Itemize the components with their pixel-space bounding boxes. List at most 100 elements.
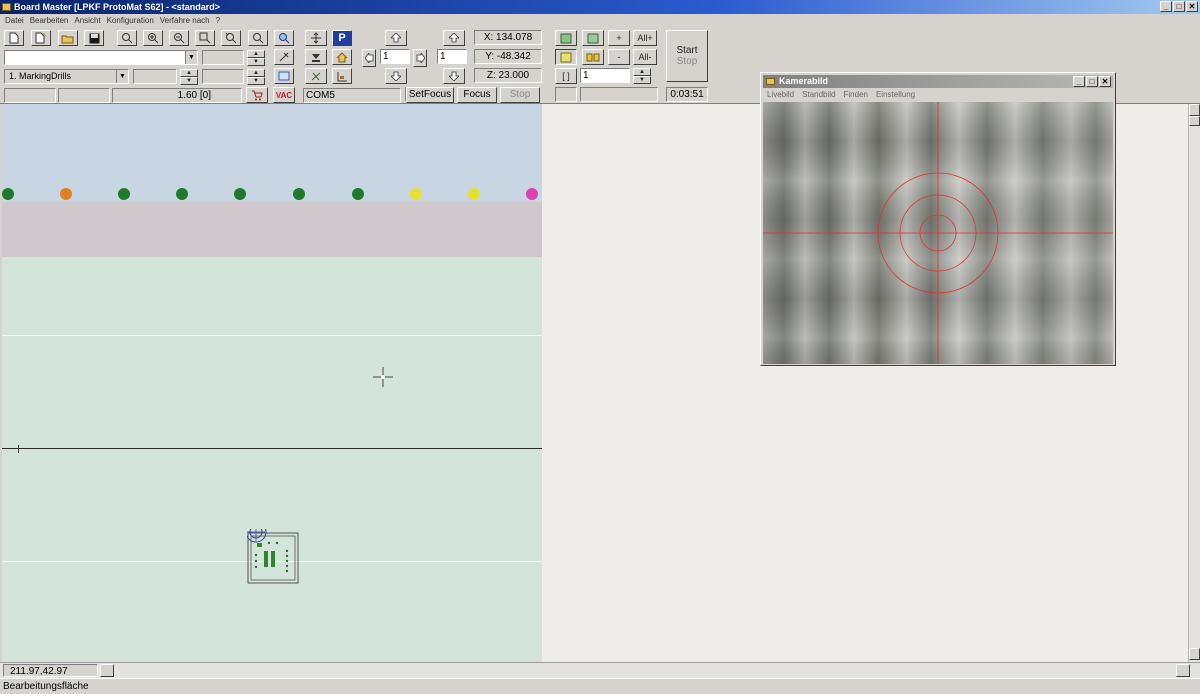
menu-verfahre-nach[interactable]: Verfahre nach: [157, 14, 213, 28]
zoom-mode-icon[interactable]: [248, 30, 268, 46]
drill-position-dot[interactable]: [410, 188, 422, 200]
minus-button[interactable]: -: [608, 49, 630, 65]
cart-icon[interactable]: [246, 87, 268, 103]
tool-diameter: 1.60 [0]: [112, 88, 242, 103]
move-down-icon[interactable]: [385, 68, 407, 84]
zoom-out-icon[interactable]: [169, 30, 189, 46]
zoom-previous-icon[interactable]: [221, 30, 241, 46]
menu-ansicht[interactable]: Ansicht: [71, 14, 103, 28]
spin-up-icon[interactable]: ▲: [633, 68, 651, 76]
menu-bearbeiten[interactable]: Bearbeiten: [27, 14, 72, 28]
all-minus-button[interactable]: All-: [633, 49, 657, 65]
scroll-up-icon[interactable]: [1189, 104, 1200, 116]
step-input-z[interactable]: 1: [437, 49, 467, 64]
spin-up-icon[interactable]: ▲: [247, 50, 265, 58]
menu-konfiguration[interactable]: Konfiguration: [104, 14, 157, 28]
move-left-icon[interactable]: [362, 49, 376, 67]
camera-maximize-button[interactable]: □: [1086, 76, 1098, 87]
camera-window: Kamerabild _ □ ✕ Livebild Standbild Find…: [760, 72, 1116, 366]
close-button[interactable]: ✕: [1186, 1, 1198, 12]
drill-position-dot[interactable]: [118, 188, 130, 200]
zoom-board-icon[interactable]: [274, 30, 294, 46]
bracket-button[interactable]: [ ]: [555, 68, 577, 84]
camera-live-image[interactable]: [763, 102, 1113, 364]
focus-stop-button[interactable]: Stop: [500, 87, 540, 103]
scroll-right-icon[interactable]: [1176, 664, 1190, 677]
move-xy-icon[interactable]: [305, 30, 327, 46]
spin-up-icon[interactable]: ▲: [180, 69, 198, 77]
camera-title-bar[interactable]: Kamerabild _ □ ✕: [763, 75, 1113, 88]
scroll-left-icon[interactable]: [100, 664, 114, 677]
menu-help[interactable]: ?: [213, 14, 223, 28]
all-plus-button[interactable]: All+: [633, 30, 657, 46]
tool-change-icon[interactable]: [305, 68, 327, 84]
camera-close-button[interactable]: ✕: [1099, 76, 1111, 87]
vac-button[interactable]: VAC: [273, 87, 295, 103]
camera-menu-finden[interactable]: Finden: [840, 89, 872, 101]
maximize-button[interactable]: □: [1173, 1, 1185, 12]
tool-combo[interactable]: 1. MarkingDrills ▼: [4, 69, 129, 84]
spin-down-icon[interactable]: ▼: [180, 77, 198, 85]
tool-rack-area: [2, 202, 542, 257]
drill-position-dot[interactable]: [60, 188, 72, 200]
head-down-icon[interactable]: [305, 49, 327, 65]
drill-position-dot[interactable]: [2, 188, 14, 200]
phase-icon-3[interactable]: [555, 49, 577, 65]
plus-button[interactable]: +: [608, 30, 630, 46]
focus-button[interactable]: Focus: [457, 87, 497, 103]
measure-tool-icon[interactable]: [274, 49, 294, 65]
z-down-icon[interactable]: [443, 68, 465, 84]
save-disk-icon[interactable]: [84, 30, 104, 46]
zoom-all-icon[interactable]: [195, 30, 215, 46]
camera-menu-livebild[interactable]: Livebild: [763, 89, 798, 101]
move-right-icon[interactable]: [413, 49, 427, 67]
x-coordinate: X: 134.078: [474, 30, 542, 45]
park-button[interactable]: P: [332, 30, 352, 46]
camera-menu-standbild[interactable]: Standbild: [798, 89, 839, 101]
spin-down-icon[interactable]: ▼: [247, 58, 265, 66]
work-area-canvas[interactable]: [2, 104, 542, 662]
zoom-window-icon[interactable]: [117, 30, 137, 46]
start-stop-button[interactable]: Start Stop: [666, 30, 708, 82]
chevron-down-icon[interactable]: ▼: [185, 51, 197, 64]
spin-down-icon[interactable]: ▼: [633, 76, 651, 84]
axis-origin-icon[interactable]: [332, 68, 352, 84]
drill-position-dot[interactable]: [526, 188, 538, 200]
phase-icon-4[interactable]: [582, 49, 604, 65]
status-text: Bearbeitungsfläche: [3, 681, 89, 692]
spin-up-icon[interactable]: ▲: [247, 69, 265, 77]
drill-position-dot[interactable]: [176, 188, 188, 200]
drill-position-dot[interactable]: [234, 188, 246, 200]
drill-position-dot[interactable]: [352, 188, 364, 200]
zoom-in-icon[interactable]: [143, 30, 163, 46]
value-field-1[interactable]: [202, 50, 244, 65]
open-folder-icon[interactable]: [58, 30, 78, 46]
value-field-2[interactable]: [202, 69, 244, 84]
vertical-scrollbar[interactable]: [1188, 104, 1200, 662]
tool-param-field[interactable]: [133, 69, 177, 84]
camera-minimize-button[interactable]: _: [1073, 76, 1085, 87]
step-input-xy[interactable]: 1: [380, 49, 410, 64]
material-combo[interactable]: ▼: [4, 50, 198, 65]
chevron-down-icon[interactable]: ▼: [116, 70, 128, 83]
z-up-icon[interactable]: [443, 30, 465, 46]
scroll-down-icon[interactable]: [1189, 648, 1200, 660]
phase-icon-1[interactable]: [555, 30, 577, 46]
spin-down-icon[interactable]: ▼: [247, 77, 265, 85]
drill-position-dot[interactable]: [468, 188, 480, 200]
view-toggle-icon[interactable]: [274, 68, 294, 84]
drill-position-dot[interactable]: [293, 188, 305, 200]
horizontal-scrollbar[interactable]: [0, 662, 1200, 678]
menu-datei[interactable]: Datei: [2, 14, 27, 28]
phase-count-input[interactable]: 1: [580, 68, 630, 83]
move-up-icon[interactable]: [385, 30, 407, 46]
home-icon[interactable]: [332, 49, 352, 65]
scroll-thumb[interactable]: [1189, 116, 1200, 126]
new-document-icon[interactable]: [31, 30, 51, 46]
setfocus-button[interactable]: SetFocus: [406, 87, 454, 103]
minimize-button[interactable]: _: [1160, 1, 1172, 12]
phase-icon-2[interactable]: [582, 30, 604, 46]
new-file-icon[interactable]: [4, 30, 24, 46]
pcb-board-layout[interactable]: [247, 529, 299, 584]
camera-menu-einstellung[interactable]: Einstellung: [872, 89, 919, 101]
